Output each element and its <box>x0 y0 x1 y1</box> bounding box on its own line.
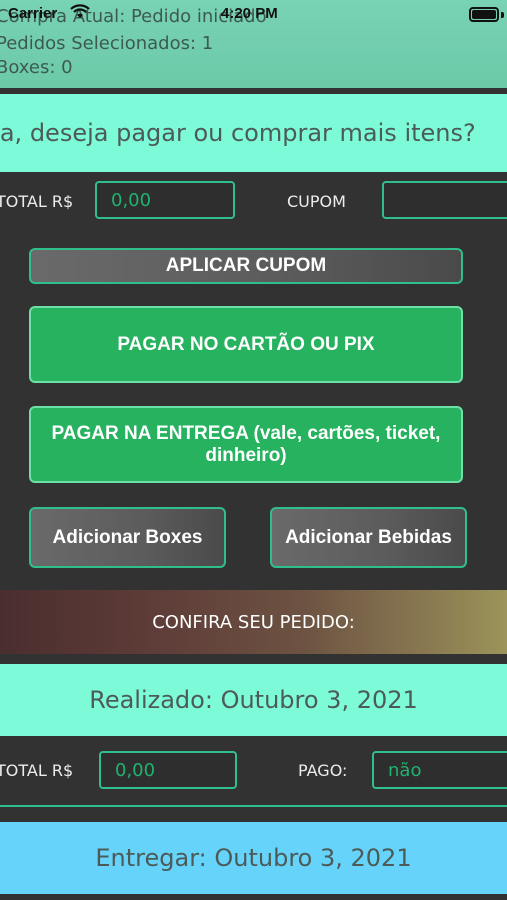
section-divider <box>0 805 507 807</box>
coupon-input[interactable] <box>382 181 507 219</box>
order-date-text: Realizado: Outubro 3, 2021 <box>89 686 418 714</box>
order-info-header: Compra Atual: Pedido iniciado Pedidos Se… <box>0 0 507 88</box>
total-label: TOTAL R$ <box>0 192 74 211</box>
selected-orders-text: Pedidos Selecionados: 1 <box>0 33 214 54</box>
review-order-title: CONFIRA SEU PEDIDO: <box>152 611 355 633</box>
paid-label: PAGO: <box>298 761 348 780</box>
order-date-banner: Realizado: Outubro 3, 2021 <box>0 664 507 736</box>
coupon-label: CUPOM <box>287 192 346 211</box>
add-drinks-button[interactable]: Adicionar Bebidas <box>270 507 467 568</box>
apply-coupon-button[interactable]: APLICAR CUPOM <box>29 248 463 284</box>
battery-icon <box>469 7 499 22</box>
add-boxes-button[interactable]: Adicionar Boxes <box>29 507 226 568</box>
delivery-date-banner: Entregar: Outubro 3, 2021 <box>0 822 507 894</box>
pay-on-delivery-button[interactable]: PAGAR NA ENTREGA (vale, cartões, ticket,… <box>29 406 463 483</box>
clock-time: 4:20 PM <box>221 5 278 22</box>
review-order-banner: CONFIRA SEU PEDIDO: <box>0 590 507 654</box>
order-total-field: 0,00 <box>99 751 237 789</box>
delivery-date-text: Entregar: Outubro 3, 2021 <box>95 844 412 872</box>
carrier-label: Carrier <box>8 5 58 22</box>
total-field[interactable]: 0,00 <box>95 181 235 219</box>
order-total-label: TOTAL R$ <box>0 761 74 780</box>
wifi-icon <box>70 4 90 24</box>
boxes-count-text: Boxes: 0 <box>0 57 73 78</box>
question-text: Camilla, deseja pagar ou comprar mais it… <box>0 119 476 147</box>
question-banner: Camilla, deseja pagar ou comprar mais it… <box>0 94 507 172</box>
pay-card-pix-button[interactable]: PAGAR NO CARTÃO OU PIX <box>29 306 463 383</box>
paid-status-field: não <box>372 751 507 789</box>
